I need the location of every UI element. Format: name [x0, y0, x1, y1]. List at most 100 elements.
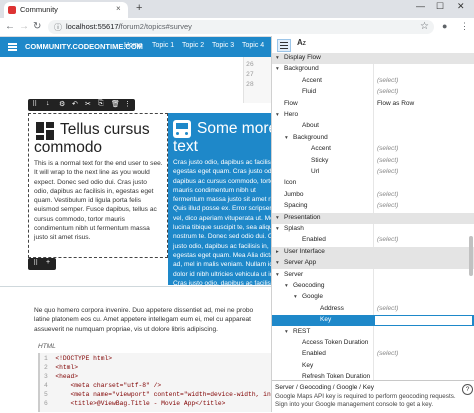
dashboard-icon [36, 122, 54, 140]
property-toolbar: AZ [272, 36, 474, 53]
expand-icon[interactable]: ▾ [276, 215, 279, 221]
property-row[interactable]: Enabled (select) [272, 349, 474, 360]
expand-icon[interactable]: ▾ [285, 283, 288, 289]
expand-icon[interactable]: ▾ [276, 272, 279, 278]
property-label: Background [293, 133, 328, 141]
delete-icon[interactable]: 🗑 [111, 100, 120, 108]
line-number: 26 [246, 61, 254, 68]
property-row[interactable]: ▾ REST [272, 327, 474, 338]
property-value[interactable]: (select) [377, 77, 398, 84]
reload-icon[interactable]: ↻ [33, 21, 41, 32]
nav-topic-2[interactable]: Topic 2 [182, 42, 204, 49]
maximize-icon[interactable]: ☐ [436, 1, 444, 12]
property-row[interactable]: ▾ Geocoding [272, 281, 474, 292]
browser-menu-icon[interactable]: ⋮ [460, 21, 469, 32]
property-value[interactable]: (select) [377, 168, 398, 175]
property-row[interactable]: ▾ Splash [272, 224, 474, 235]
property-row[interactable]: Flow Flow as Row [272, 99, 474, 110]
nav-topic-4[interactable]: Topic 4 [242, 42, 264, 49]
tab-title: Community [20, 5, 58, 14]
property-value[interactable]: (select) [377, 236, 398, 243]
property-row[interactable]: Fluid (select) [272, 87, 474, 98]
address-bar[interactable]: ⓘ localhost:55617/forum2/topics#survey ☆ [48, 20, 434, 34]
property-row[interactable]: ▾ Server [272, 270, 474, 281]
property-row[interactable]: Key [272, 315, 474, 327]
drag-handle-icon[interactable]: ⠿ [33, 259, 38, 267]
back-icon[interactable]: ← [5, 21, 15, 32]
property-row[interactable]: Sticky (select) [272, 156, 474, 167]
property-value[interactable]: Flow as Row [377, 100, 414, 107]
minimize-icon[interactable]: — [416, 1, 425, 11]
property-value[interactable]: (select) [377, 202, 398, 209]
nav-topic-3[interactable]: Topic 3 [212, 42, 234, 49]
property-row[interactable]: Accent (select) [272, 76, 474, 87]
content-card-blue[interactable]: Some more text Cras justo odio, dapibus … [168, 113, 286, 296]
expand-icon[interactable]: ▾ [276, 55, 279, 61]
property-value[interactable]: (select) [377, 305, 398, 312]
profile-icon[interactable]: ● [442, 21, 447, 31]
tab-close-icon[interactable]: × [116, 4, 121, 13]
property-label: Icon [284, 179, 297, 187]
bookmark-star-icon[interactable]: ☆ [420, 21, 429, 32]
property-value[interactable]: (select) [377, 145, 398, 152]
code-line: 2 <html> [44, 364, 79, 371]
expand-icon[interactable]: ▾ [294, 294, 297, 300]
property-row[interactable]: Address (select) [272, 304, 474, 315]
browser-tab[interactable]: Community × [4, 2, 128, 18]
new-tab-button[interactable]: + [136, 2, 142, 14]
more-icon[interactable]: ⋮ [124, 100, 131, 108]
expand-icon[interactable]: ▾ [276, 112, 279, 118]
property-value[interactable]: (select) [377, 191, 398, 198]
property-category[interactable]: ▾ Display Flow [272, 53, 474, 64]
property-row[interactable]: Accent (select) [272, 144, 474, 155]
property-row[interactable]: Jumbo (select) [272, 190, 474, 201]
url-text: localhost:55617/forum2/topics#survey [66, 22, 192, 31]
help-icon[interactable]: ? [462, 384, 473, 395]
property-row[interactable]: Spacing (select) [272, 201, 474, 212]
categorized-view-icon[interactable] [277, 39, 291, 52]
nav-topic-1[interactable]: Topic 1 [152, 42, 174, 49]
property-label: Accent [302, 76, 322, 84]
property-row[interactable]: About [272, 121, 474, 132]
property-row[interactable]: ▾ Background [272, 133, 474, 144]
property-row[interactable]: ▾ Google [272, 292, 474, 303]
alphabetical-sort-icon[interactable]: AZ [297, 38, 306, 47]
content-card[interactable]: Tellus cursus commodo This is a normal t… [28, 113, 168, 258]
property-row[interactable]: Enabled (select) [272, 235, 474, 246]
property-row[interactable]: Url (select) [272, 167, 474, 178]
property-row[interactable]: Key [272, 361, 474, 372]
drag-handle-icon[interactable]: ⠿ [32, 100, 37, 108]
undo-icon[interactable]: ↶ [72, 100, 78, 108]
description-pane: Server / Geocoding / Google / Key Google… [272, 380, 474, 413]
move-down-icon[interactable]: ↓ [46, 100, 50, 107]
nav-home[interactable]: Home [124, 42, 143, 49]
scrollbar[interactable] [469, 236, 473, 276]
close-window-icon[interactable]: ✕ [457, 1, 465, 12]
expand-icon[interactable]: ▾ [276, 226, 279, 232]
property-label: Presentation [284, 213, 321, 221]
property-value-input[interactable] [374, 315, 473, 327]
forward-icon[interactable]: → [19, 21, 29, 32]
property-row[interactable]: ▾ Background [272, 64, 474, 75]
hamburger-menu-icon[interactable] [8, 43, 17, 51]
property-value[interactable]: (select) [377, 157, 398, 164]
property-row[interactable]: Access Token Duration [272, 338, 474, 349]
cut-icon[interactable]: ✂ [85, 100, 91, 108]
expand-icon[interactable]: ▾ [276, 260, 279, 266]
block-edit-toolbar: ⠿ ↓ ⚙ ↶ ✂ ⎘ 🗑 ⋮ [28, 99, 135, 111]
expand-icon[interactable]: ▾ [285, 329, 288, 335]
collapse-icon[interactable]: ▸ [276, 249, 279, 255]
add-icon[interactable]: + [46, 259, 50, 266]
copy-icon[interactable]: ⎘ [98, 100, 104, 108]
expand-icon[interactable]: ▾ [285, 135, 288, 141]
property-category[interactable]: ▸ User Interface [272, 246, 474, 258]
settings-icon[interactable]: ⚙ [59, 100, 65, 108]
property-row[interactable]: ▾ Hero [272, 110, 474, 121]
property-value[interactable]: (select) [377, 350, 398, 357]
expand-icon[interactable]: ▾ [276, 66, 279, 72]
property-row[interactable]: Icon [272, 178, 474, 189]
property-value[interactable]: (select) [377, 88, 398, 95]
property-category[interactable]: ▾ Presentation [272, 212, 474, 224]
property-label: Splash [284, 225, 304, 232]
property-category[interactable]: ▾ Server App [272, 258, 474, 270]
